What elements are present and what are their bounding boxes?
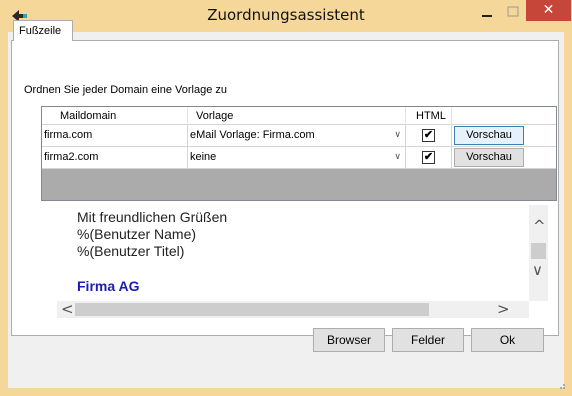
column-header-maildomain[interactable]: Maildomain [42, 107, 188, 125]
vertical-scrollbar[interactable]: ^ ∨ [529, 205, 548, 301]
browser-button[interactable]: Browser [313, 328, 385, 352]
scroll-right-icon[interactable]: > [497, 300, 510, 318]
cell-domain[interactable]: firma.com [42, 125, 188, 147]
title-bar[interactable]: Zuordnungsassistent ✕ [0, 0, 572, 32]
html-checkbox[interactable]: ✔ [422, 129, 435, 142]
template-dropdown[interactable]: eMail Vorlage: Firma.com ∨ [188, 125, 406, 147]
signature-preview[interactable]: Mit freundlichen Grüßen %(Benutzer Name)… [57, 205, 548, 318]
fields-button[interactable]: Felder [392, 328, 464, 352]
column-header-html[interactable]: HTML [406, 107, 452, 125]
template-dropdown[interactable]: keine ∨ [188, 147, 406, 169]
html-cell: ✔ [406, 125, 452, 147]
scroll-down-icon[interactable]: ∨ [532, 261, 543, 279]
horizontal-scroll-thumb[interactable] [75, 303, 429, 316]
instruction-text: Ordnen Sie jeder Domain eine Vorlage zu [24, 84, 228, 96]
close-icon: ✕ [542, 2, 555, 18]
scroll-left-icon[interactable]: < [61, 300, 74, 318]
preview-company: Firma AG [77, 278, 140, 294]
check-icon: ✔ [423, 151, 434, 163]
preview-line: Mit freundlichen Grüßen [77, 209, 228, 225]
html-cell: ✔ [406, 147, 452, 169]
template-value: keine [190, 151, 217, 163]
domain-template-grid: Maildomain Vorlage HTML firma.com eMail … [41, 106, 557, 201]
preview-button[interactable]: Vorschau [454, 126, 524, 145]
column-header-template[interactable]: Vorlage [188, 107, 406, 125]
table-row: firma.com eMail Vorlage: Firma.com ∨ ✔ V… [42, 125, 556, 147]
resize-grip-icon[interactable] [556, 380, 566, 390]
chevron-down-icon: ∨ [394, 129, 401, 139]
chevron-down-icon: ∨ [394, 151, 401, 161]
cell-domain[interactable]: firma2.com [42, 147, 188, 169]
minimize-button[interactable] [477, 6, 497, 22]
html-checkbox[interactable]: ✔ [422, 151, 435, 164]
button-cell: Vorschau [452, 125, 556, 147]
tab-footer[interactable]: Fußzeile [13, 20, 73, 41]
tab-label: Fußzeile [19, 25, 62, 37]
horizontal-scrollbar[interactable]: < > [57, 300, 529, 318]
close-button[interactable]: ✕ [526, 0, 571, 21]
vertical-scroll-thumb[interactable] [531, 243, 546, 259]
table-row: firma2.com keine ∨ ✔ Vorschau [42, 147, 556, 169]
preview-line: %(Benutzer Name) [77, 226, 197, 242]
scroll-up-icon[interactable]: ^ [533, 217, 546, 235]
check-icon: ✔ [423, 129, 434, 141]
button-cell: Vorschau [452, 147, 556, 169]
preview-button[interactable]: Vorschau [454, 148, 524, 167]
grid-header: Maildomain Vorlage HTML [42, 107, 556, 125]
maximize-button[interactable] [504, 4, 522, 20]
ok-button[interactable]: Ok [471, 328, 544, 352]
template-value: eMail Vorlage: Firma.com [190, 129, 315, 141]
preview-line: %(Benutzer Titel) [77, 243, 185, 259]
